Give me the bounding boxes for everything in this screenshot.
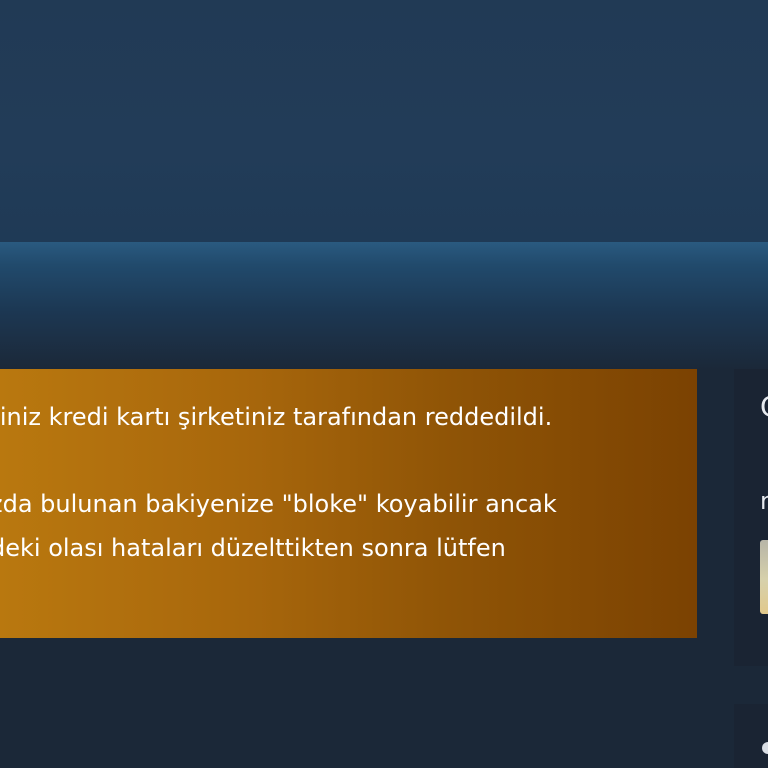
side-panel-lower xyxy=(734,704,768,768)
error-message-line-1: riniz kredi kartı şirketiniz tarafından … xyxy=(0,403,553,431)
error-message-line-3: deki olası hataları düzelttikten sonra l… xyxy=(0,534,506,562)
side-panel-button[interactable] xyxy=(760,540,768,614)
side-panel-text: n xyxy=(760,487,768,515)
error-message-line-2: zda bulunan bakiyenize "bloke" koyabilir… xyxy=(0,490,557,518)
nav-bar xyxy=(0,242,768,370)
side-panel-dot-icon xyxy=(762,742,768,754)
header-area xyxy=(0,0,768,242)
side-panel-heading: C xyxy=(760,392,768,422)
page: riniz kredi kartı şirketiniz tarafından … xyxy=(0,0,768,768)
